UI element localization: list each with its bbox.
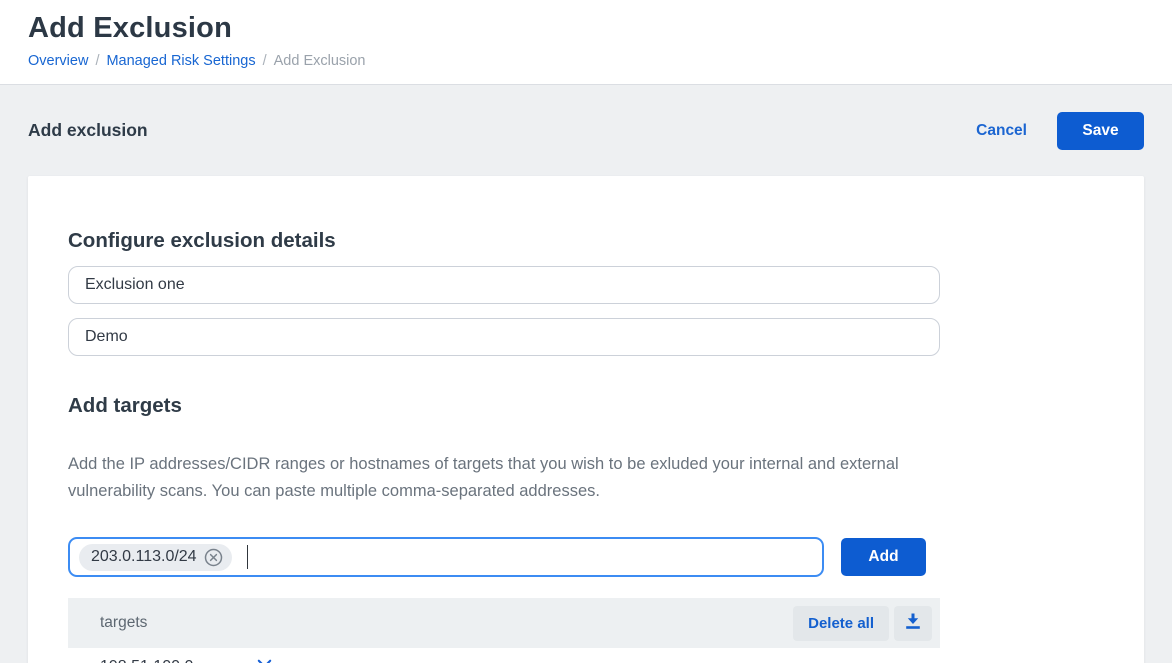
download-icon <box>905 613 921 633</box>
action-bar: Add exclusion Cancel Save <box>28 85 1144 176</box>
action-bar-title: Add exclusion <box>28 120 148 141</box>
target-row-value: 198.51.100.0 <box>100 658 255 663</box>
delete-target-icon[interactable] <box>257 659 272 663</box>
breadcrumb: Overview / Managed Risk Settings / Add E… <box>28 53 1144 69</box>
page-header: Add Exclusion Overview / Managed Risk Se… <box>0 0 1172 85</box>
delete-all-button[interactable]: Delete all <box>793 606 889 641</box>
details-section-heading: Configure exclusion details <box>68 229 1104 253</box>
exclusion-name-input[interactable] <box>68 266 940 304</box>
breadcrumb-overview[interactable]: Overview <box>28 53 88 69</box>
targets-help-text: Add the IP addresses/CIDR ranges or host… <box>68 451 948 505</box>
text-cursor <box>247 545 249 569</box>
cancel-button[interactable]: Cancel <box>976 122 1027 140</box>
breadcrumb-separator: / <box>263 53 267 69</box>
targets-table: targets Delete all 1 <box>68 598 940 663</box>
targets-table-header: targets Delete all <box>68 598 940 648</box>
download-targets-button[interactable] <box>894 606 932 641</box>
exclusion-description-input[interactable] <box>68 318 940 356</box>
breadcrumb-managed-risk-settings[interactable]: Managed Risk Settings <box>106 53 255 69</box>
chip-remove-icon[interactable] <box>204 548 223 567</box>
targets-column-header: targets <box>100 614 147 632</box>
target-chip-label: 203.0.113.0/24 <box>91 548 197 566</box>
breadcrumb-separator: / <box>95 53 99 69</box>
table-header-actions: Delete all <box>793 606 932 641</box>
targets-section-heading: Add targets <box>68 394 1104 418</box>
target-chip: 203.0.113.0/24 <box>79 544 232 571</box>
target-row: 198.51.100.0 <box>68 648 940 663</box>
content-area: Add exclusion Cancel Save Configure excl… <box>0 85 1172 663</box>
action-buttons: Cancel Save <box>976 112 1144 150</box>
save-button[interactable]: Save <box>1057 112 1144 150</box>
target-address-input[interactable]: 203.0.113.0/24 <box>68 537 824 577</box>
exclusion-form-card: Configure exclusion details Add targets … <box>28 176 1144 663</box>
page-title: Add Exclusion <box>28 12 1144 45</box>
target-entry-row: 203.0.113.0/24 Add <box>68 537 1104 577</box>
add-target-button[interactable]: Add <box>841 538 926 576</box>
breadcrumb-current: Add Exclusion <box>274 53 366 69</box>
